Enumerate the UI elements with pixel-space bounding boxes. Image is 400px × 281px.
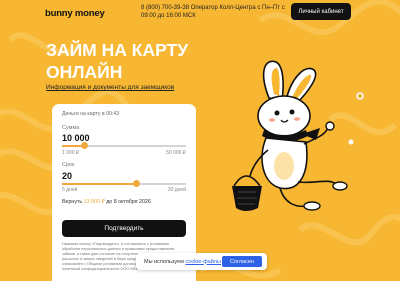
amount-slider[interactable] (62, 142, 186, 149)
contact-info: 8 (800) 700-39-38 Оператор Колл-Центра с… (141, 5, 285, 19)
site-header: bunny money 8 (800) 700-39-38 Оператор К… (0, 0, 400, 24)
term-field[interactable]: 20 (62, 171, 72, 181)
personal-cabinet-button[interactable]: Личный кабинет (291, 3, 351, 20)
cookie-accept-button[interactable]: Согласен (222, 256, 262, 267)
logo[interactable]: bunny money (45, 8, 105, 19)
return-date: до 8 октября 2026 (106, 199, 151, 205)
term-min: 5 дней (62, 187, 78, 193)
bunny-illustration (232, 60, 348, 211)
cookie-banner: Мы используем cookie-файлы Согласен (136, 253, 267, 270)
term-range: 5 дней 30 дней (62, 187, 186, 193)
eta-note: Деньги на карту в 00:43 (62, 111, 120, 117)
cookie-link[interactable]: cookie-файлы (185, 259, 221, 265)
confirm-button[interactable]: Подтвердить (62, 220, 186, 237)
return-amount: 13 000 ₽ (83, 199, 105, 205)
cookie-prefix: Мы используем (144, 258, 184, 265)
amount-slider-handle[interactable] (81, 142, 89, 149)
amount-range: 1 000 ₽ 50 000 ₽ (62, 150, 186, 156)
term-slider-handle[interactable] (132, 180, 140, 187)
amount-min: 1 000 ₽ (62, 150, 80, 156)
term-slider[interactable] (62, 180, 186, 187)
return-prefix: Вернуть (62, 199, 83, 205)
return-summary: Вернуть 13 000 ₽ до 8 октября 2026 (62, 199, 151, 205)
borrower-docs-link[interactable]: Информация и документы для заемщиков (46, 84, 174, 91)
term-label: Срок (62, 162, 75, 168)
amount-max: 50 000 ₽ (166, 150, 186, 156)
term-max: 30 дней (167, 187, 186, 193)
cookie-text: Мы используем cookie-файлы (144, 259, 221, 265)
term-slider-fill (62, 183, 137, 185)
amount-label: Сумма (62, 125, 80, 131)
